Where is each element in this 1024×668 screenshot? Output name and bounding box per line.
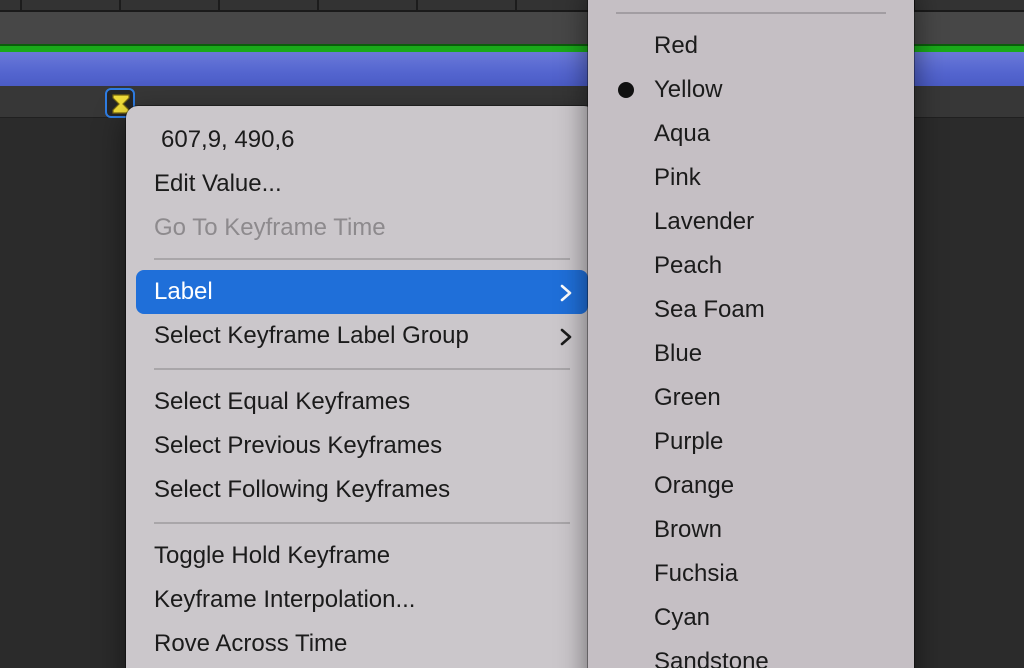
menu-item-select-keyframe-label-group-text: Select Keyframe Label Group xyxy=(154,322,469,349)
menu-item-select-previous-keyframes[interactable]: Select Previous Keyframes xyxy=(136,424,588,468)
label-option-aqua[interactable]: Aqua xyxy=(598,112,904,156)
menu-item-toggle-hold-keyframe[interactable]: Toggle Hold Keyframe xyxy=(136,534,588,578)
label-option-lavender[interactable]: Lavender xyxy=(598,200,904,244)
keyframe-value-readout: 607,9, 490,6 xyxy=(161,126,295,153)
keyframe-context-menu: 607,9, 490,6 Edit Value... Go To Keyfram… xyxy=(126,106,596,668)
label-option-yellow-text: Yellow xyxy=(654,76,723,103)
menu-separator xyxy=(154,368,570,370)
menu-item-select-keyframe-label-group[interactable]: Select Keyframe Label Group xyxy=(136,314,588,358)
menu-item-label[interactable]: Label xyxy=(136,270,588,314)
menu-item-edit-value[interactable]: Edit Value... xyxy=(136,162,588,206)
label-option-pink[interactable]: Pink xyxy=(598,156,904,200)
bullet-icon xyxy=(618,82,634,98)
label-option-orange[interactable]: Orange xyxy=(598,464,904,508)
menu-item-label-text: Label xyxy=(154,278,213,305)
label-option-fuchsia[interactable]: Fuchsia xyxy=(598,552,904,596)
menu-item-go-to-keyframe-time: Go To Keyframe Time xyxy=(154,214,386,241)
label-option-yellow[interactable]: Yellow xyxy=(598,68,904,112)
menu-separator xyxy=(154,258,570,260)
label-option-peach[interactable]: Peach xyxy=(598,244,904,288)
label-color-submenu: Red Yellow Aqua Pink Lavender Peach Sea … xyxy=(588,0,914,668)
menu-item-keyframe-interpolation[interactable]: Keyframe Interpolation... xyxy=(136,578,588,622)
label-option-red[interactable]: Red xyxy=(598,24,904,68)
menu-separator xyxy=(616,12,886,14)
label-option-cyan[interactable]: Cyan xyxy=(598,596,904,640)
label-option-purple[interactable]: Purple xyxy=(598,420,904,464)
menu-item-select-following-keyframes[interactable]: Select Following Keyframes xyxy=(136,468,588,512)
menu-item-rove-across-time[interactable]: Rove Across Time xyxy=(136,622,588,666)
menu-item-select-equal-keyframes[interactable]: Select Equal Keyframes xyxy=(136,380,588,424)
label-option-green[interactable]: Green xyxy=(598,376,904,420)
menu-separator xyxy=(154,522,570,524)
label-option-sandstone[interactable]: Sandstone xyxy=(598,640,904,668)
label-option-sea-foam[interactable]: Sea Foam xyxy=(598,288,904,332)
timeline-panel: 607,9, 490,6 Edit Value... Go To Keyfram… xyxy=(0,0,1024,668)
label-option-brown[interactable]: Brown xyxy=(598,508,904,552)
label-option-blue[interactable]: Blue xyxy=(598,332,904,376)
